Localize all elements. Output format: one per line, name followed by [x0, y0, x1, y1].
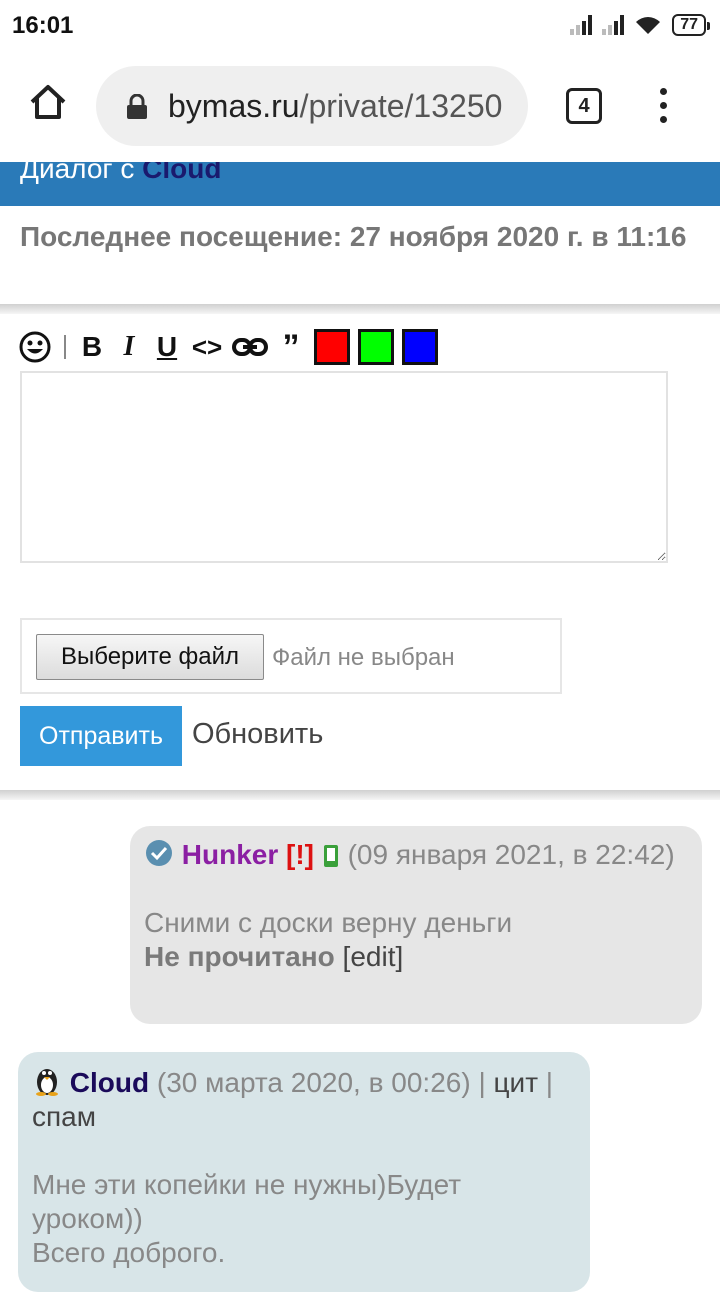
link-icon[interactable]: [232, 329, 268, 365]
signal-icon: [570, 15, 593, 35]
tab-switcher-button[interactable]: 4: [566, 88, 602, 124]
verified-badge-icon: [146, 840, 172, 866]
message-author[interactable]: Hunker: [182, 839, 278, 870]
dialog-partner[interactable]: Cloud: [142, 162, 221, 184]
italic-icon[interactable]: I: [114, 329, 144, 365]
status-icons: 77: [570, 14, 710, 36]
color-red-swatch[interactable]: [314, 329, 350, 365]
message-text: Всего доброго.: [32, 1237, 226, 1268]
toolbar-separator: [64, 335, 66, 359]
status-bar: 16:01 77: [0, 0, 720, 52]
separator: |: [470, 1067, 494, 1098]
smile-icon[interactable]: [18, 329, 52, 365]
format-toolbar: B I U <> ”: [18, 328, 446, 366]
dialog-title-prefix: Диалог с: [20, 162, 143, 184]
edit-link[interactable]: [edit]: [343, 941, 404, 972]
quote-link[interactable]: цит: [494, 1067, 539, 1098]
file-input[interactable]: Выберите файл Файл не выбран: [20, 618, 562, 694]
message-author[interactable]: Cloud: [70, 1067, 149, 1098]
dialog-title: Диалог с Cloud: [20, 162, 221, 185]
separator: |: [538, 1067, 554, 1098]
url-path: /private/13250: [299, 88, 503, 124]
message-bubble: Cloud (30 марта 2020, в 00:26) | цит | с…: [18, 1052, 590, 1292]
message-text: Сними с доски верну деньги: [144, 907, 513, 938]
bold-icon[interactable]: B: [78, 329, 106, 365]
divider: [0, 304, 720, 314]
read-status: Не прочитано: [144, 941, 335, 972]
color-blue-swatch[interactable]: [402, 329, 438, 365]
quote-icon[interactable]: ”: [276, 329, 306, 365]
underline-icon[interactable]: U: [152, 329, 182, 365]
message-text: Мне эти копейки не нужны)Будет уроком)): [32, 1169, 462, 1234]
status-time: 16:01: [12, 12, 74, 39]
choose-file-button[interactable]: Выберите файл: [36, 634, 264, 680]
address-bar[interactable]: bymas.ru/private/13250: [96, 66, 528, 146]
divider: [0, 790, 720, 800]
url-text[interactable]: bymas.ru/private/13250: [168, 88, 502, 125]
lock-icon: [127, 94, 147, 119]
more-menu-icon[interactable]: [660, 88, 668, 124]
refresh-link[interactable]: Обновить: [192, 718, 323, 751]
message-bubble: Hunker [!] (09 января 2021, в 22:42) Сни…: [130, 826, 702, 1024]
dialog-header: Диалог с Cloud: [0, 162, 720, 206]
battery-icon: 77: [672, 14, 710, 36]
warning-flag: [!]: [286, 839, 315, 870]
message-date: (30 марта 2020, в 00:26): [156, 1067, 471, 1098]
message-textarea[interactable]: [20, 371, 668, 563]
home-icon[interactable]: [28, 82, 68, 122]
url-domain: bymas.ru: [168, 88, 300, 124]
file-status: Файл не выбран: [272, 644, 455, 671]
last-visit: Последнее посещение: 27 ноября 2020 г. в…: [20, 221, 687, 252]
wifi-icon: [636, 17, 661, 34]
message-date: (09 января 2021, в 22:42): [347, 839, 675, 870]
mobile-icon: [323, 845, 338, 867]
color-green-swatch[interactable]: [358, 329, 394, 365]
spam-link[interactable]: спам: [32, 1101, 96, 1132]
penguin-icon: [36, 1069, 58, 1096]
code-icon[interactable]: <>: [190, 329, 224, 365]
message-header: Hunker [!] (09 января 2021, в 22:42): [144, 838, 688, 872]
message-header: Cloud (30 марта 2020, в 00:26) | цит | с…: [32, 1064, 576, 1134]
signal-icon: [602, 15, 625, 35]
browser-toolbar: bymas.ru/private/13250 4: [0, 52, 720, 162]
send-button[interactable]: Отправить: [20, 706, 182, 766]
